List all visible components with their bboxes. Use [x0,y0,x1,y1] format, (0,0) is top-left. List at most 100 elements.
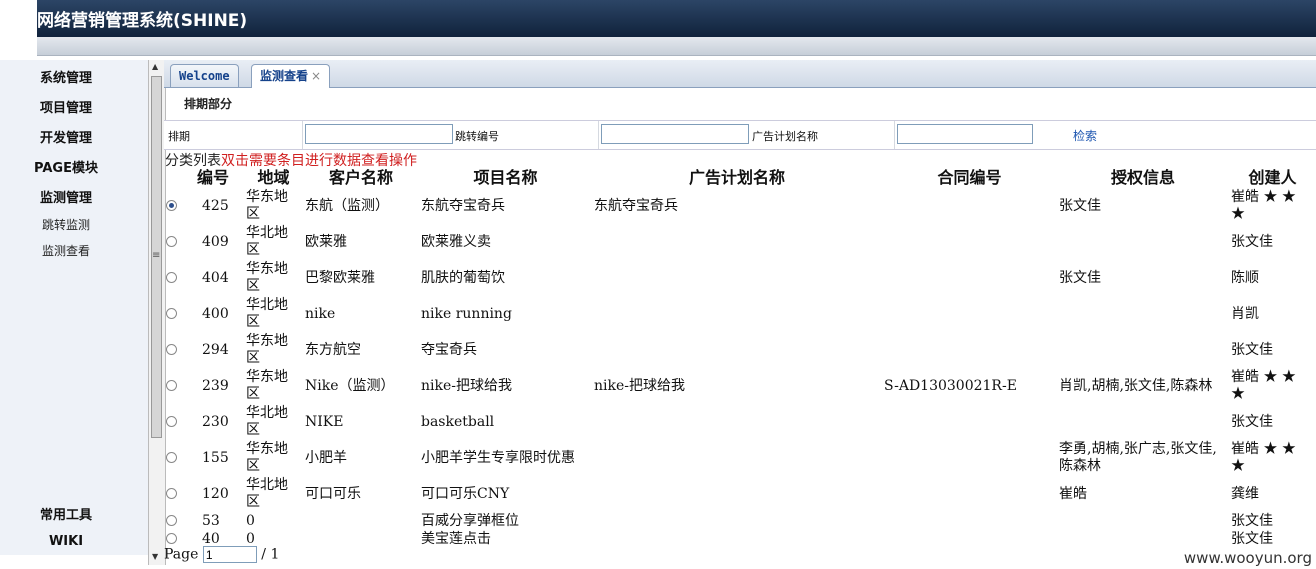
filter-bar: 排期 跳转编号 广告计划名称 检索 [164,120,1316,150]
header-ad-plan[interactable]: 广告计划名称 [592,164,882,188]
row-radio[interactable] [166,308,177,319]
cell-contract [882,188,1057,224]
cell-id: 53 [202,512,220,529]
cell-ad-plan [592,530,882,548]
cell-contract [882,476,1057,512]
cell-auth: 张文佳 [1059,269,1101,286]
sidebar-item-monitor[interactable]: 监测管理 [0,187,132,206]
table-row[interactable]: 400 华北地区 nike nike running 肖凯 [164,296,1316,332]
cell-client: 东方航空 [305,341,361,358]
header-project[interactable]: 项目名称 [419,164,592,188]
cell-id: 400 [202,305,229,322]
tab-monitor-view[interactable]: 监测查看 × [251,64,331,88]
cell-client: NIKE [305,413,344,430]
header-contract[interactable]: 合同编号 [882,164,1057,188]
cell-creator: 张文佳 [1231,233,1273,250]
cell-ad-plan [592,296,882,332]
header-auth[interactable]: 授权信息 [1057,164,1229,188]
cell-creator: 崔皓 ★ ★ ★ [1231,441,1296,474]
sidebar-subitem-jump-monitor[interactable]: 跳转监测 [0,216,132,233]
cell-client: 可口可乐 [305,485,361,502]
tab-welcome[interactable]: Welcome [170,64,239,87]
header-creator[interactable]: 创建人 [1229,164,1316,188]
cell-contract [882,296,1057,332]
cell-ad-plan [592,512,882,530]
sidebar: 系统管理 项目管理 开发管理 PAGE模块 监测管理 跳转监测 监测查看 常用工… [0,60,148,555]
cell-creator: 崔皓 ★ ★ ★ [1231,189,1296,222]
cell-client: 巴黎欧莱雅 [305,269,375,286]
table-row[interactable]: 239 华东地区 Nike（监测） nike-把球给我 nike-把球给我 S-AD130… [164,368,1316,404]
cell-region: 华东地区 [246,333,288,366]
cell-creator: 张文佳 [1231,530,1273,547]
row-radio[interactable] [166,515,177,526]
header-toolbar [37,37,1316,56]
table-body: 425 华东地区 东航（监测） 东航夺宝奇兵 东航夺宝奇兵 张文佳 崔皓 ★ ★ ★ 409 华… [164,188,1316,548]
table-row[interactable]: 409 华北地区 欧莱雅 欧莱雅义卖 张文佳 [164,224,1316,260]
row-radio[interactable] [166,488,177,499]
cell-project: nike-把球给我 [421,377,512,394]
table-row[interactable]: 404 华东地区 巴黎欧莱雅 肌肤的葡萄饮 张文佳 陈顺 [164,260,1316,296]
tab-welcome-label: Welcome [179,69,230,83]
table-row[interactable]: 155 华东地区 小肥羊 小肥羊学生专享限时优惠 李勇,胡楠,张广志,张文佳,陈森林 崔皓… [164,440,1316,476]
cell-project: 东航夺宝奇兵 [421,197,505,214]
cell-creator: 张文佳 [1231,341,1273,358]
cell-id: 404 [202,269,229,286]
sidebar-item-system[interactable]: 系统管理 [0,67,132,86]
row-radio[interactable] [166,236,177,247]
cell-project: 肌肤的葡萄饮 [421,269,505,286]
jump-code-input[interactable] [601,124,749,144]
row-radio[interactable] [166,416,177,427]
table-row[interactable]: 425 华东地区 东航（监测） 东航夺宝奇兵 东航夺宝奇兵 张文佳 崔皓 ★ ★ ★ [164,188,1316,224]
close-icon[interactable]: × [311,69,321,83]
search-button[interactable]: 检索 [1073,127,1097,144]
header-region[interactable]: 地域 [244,164,303,188]
divider [894,121,895,149]
schedule-label: 排期 [168,130,190,143]
data-table: 编号 地域 客户名称 项目名称 广告计划名称 合同编号 授权信息 创建人 425… [164,164,1316,548]
cell-ad-plan [592,224,882,260]
cell-creator: 张文佳 [1231,512,1273,529]
header-client[interactable]: 客户名称 [303,164,419,188]
row-radio[interactable] [166,380,177,391]
app-header: 网络营销管理系统(SHINE) [37,0,1316,37]
splitter-grip-icon[interactable]: ≡ [152,250,160,261]
page-label: Page [164,546,199,563]
cell-contract [882,440,1057,476]
ad-plan-label: 广告计划名称 [752,130,818,143]
schedule-input[interactable] [305,124,453,144]
table-row[interactable]: 40 0 美宝莲点击 张文佳 [164,530,1316,548]
header-id[interactable]: 编号 [182,164,244,188]
cell-select [164,404,182,440]
cell-auth [1057,332,1229,368]
row-radio[interactable] [166,200,177,211]
scroll-up-arrow-icon[interactable]: ▲ [152,62,158,71]
page-total: / 1 [261,546,280,563]
sidebar-item-tools[interactable]: 常用工具 [0,504,132,523]
cell-client [303,512,419,530]
sidebar-subitem-monitor-view[interactable]: 监测查看 [0,242,132,259]
cell-auth [1057,296,1229,332]
row-radio[interactable] [166,344,177,355]
cell-auth: 李勇,胡楠,张广志,张文佳,陈森林 [1059,441,1217,474]
row-radio[interactable] [166,452,177,463]
sidebar-item-wiki[interactable]: WIKI [0,534,132,549]
table-row[interactable]: 120 华北地区 可口可乐 可口可乐CNY 崔皓 龚维 [164,476,1316,512]
table-row[interactable]: 53 0 百威分享弹框位 张文佳 [164,512,1316,530]
sidebar-item-project[interactable]: 项目管理 [0,97,132,116]
sidebar-item-dev[interactable]: 开发管理 [0,127,132,146]
cell-ad-plan [592,440,882,476]
cell-select [164,476,182,512]
cell-auth: 崔皓 [1059,485,1087,502]
table-row[interactable]: 294 华东地区 东方航空 夺宝奇兵 张文佳 [164,332,1316,368]
watermark: www.wooyun.org [1183,549,1312,567]
scroll-down-arrow-icon[interactable]: ▼ [152,552,158,561]
row-radio[interactable] [166,272,177,283]
sidebar-item-page[interactable]: PAGE模块 [0,157,132,176]
cell-auth [1057,530,1229,548]
table-row[interactable]: 230 华北地区 NIKE basketball 张文佳 [164,404,1316,440]
page-input[interactable] [202,546,257,563]
ad-plan-input[interactable] [897,124,1033,144]
cell-client: 小肥羊 [305,449,347,466]
row-radio[interactable] [166,533,177,544]
cell-region: 华北地区 [246,405,288,438]
